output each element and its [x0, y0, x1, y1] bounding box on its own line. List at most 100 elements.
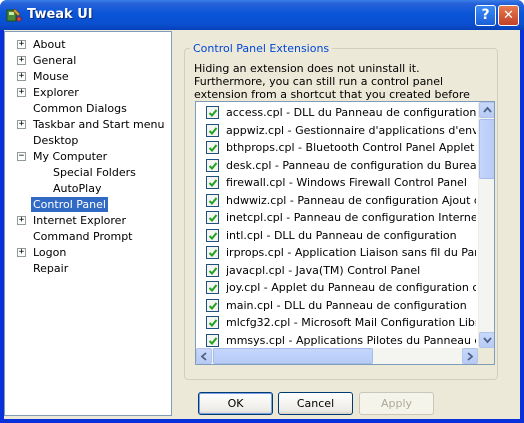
help-button[interactable]: ? — [475, 5, 496, 26]
expand-icon[interactable]: + — [17, 88, 26, 97]
extension-checkbox[interactable] — [206, 246, 219, 259]
tree-item[interactable]: Control Panel — [5, 197, 171, 213]
title-bar[interactable]: Tweak UI ? ✕ — [0, 0, 524, 30]
tree-item-label: Special Folders — [53, 166, 136, 179]
close-button[interactable]: ✕ — [498, 5, 519, 26]
checkmark-icon — [208, 336, 218, 345]
extension-list-item[interactable]: javacpl.cpl - Java(TM) Control Panel — [196, 262, 476, 279]
checkmark-icon — [208, 109, 218, 117]
extension-checkbox[interactable] — [206, 106, 219, 119]
extension-checkbox[interactable] — [206, 228, 219, 242]
tree-item[interactable]: Repair — [5, 261, 171, 277]
extension-label: appwiz.cpl - Gestionnaire d'applications… — [226, 123, 476, 137]
extension-label: javacpl.cpl - Java(TM) Control Panel — [226, 263, 421, 277]
collapse-icon[interactable]: − — [17, 152, 26, 161]
checkmark-icon — [208, 231, 218, 240]
tree-item-label: Repair — [33, 262, 69, 275]
extension-list-item[interactable]: appwiz.cpl - Gestionnaire d'applications… — [196, 122, 476, 139]
tree-item[interactable]: Common Dialogs — [5, 101, 171, 117]
scroll-down-button[interactable] — [479, 332, 494, 348]
extension-checkbox[interactable] — [206, 281, 219, 294]
extension-checkbox[interactable] — [206, 298, 219, 312]
checkmark-icon — [208, 266, 218, 275]
expand-icon[interactable]: + — [17, 216, 26, 225]
extension-checkbox[interactable] — [206, 158, 219, 172]
vertical-scrollbar[interactable] — [478, 102, 494, 348]
settings-tree[interactable]: + About + General + Mouse + Explorer Common Dial… — [4, 31, 172, 416]
expand-icon[interactable]: + — [17, 120, 26, 129]
extension-list-item[interactable]: hdwwiz.cpl - Panneau de configuration Aj… — [196, 192, 476, 209]
dialog-client-area: + About + General + Mouse + Explorer Common Dial… — [4, 30, 520, 419]
extension-checkbox[interactable] — [206, 123, 219, 137]
extension-list-item[interactable]: firewall.cpl - Windows Firewall Control … — [196, 174, 476, 191]
cancel-button[interactable]: Cancel — [278, 392, 353, 415]
tree-item-label: Command Prompt — [33, 230, 133, 243]
extension-list-item[interactable]: desk.cpl - Panneau de configuration du B… — [196, 157, 476, 174]
tree-item[interactable]: + About — [5, 37, 171, 53]
checkmark-icon — [208, 284, 218, 292]
checkmark-icon — [208, 214, 218, 222]
extension-label: intl.cpl - DLL du Panneau de configurati… — [226, 228, 457, 242]
extension-label: main.cpl - DLL du Panneau de configurati… — [226, 298, 467, 312]
extension-checkbox[interactable] — [206, 176, 219, 189]
extension-list-item[interactable]: mmsys.cpl - Applications Pilotes du Pann… — [196, 332, 476, 349]
tree-item-label: Taskbar and Start menu — [33, 118, 165, 131]
extension-label: desk.cpl - Panneau de configuration du B… — [226, 158, 476, 172]
tree-item[interactable]: + General — [5, 53, 171, 69]
extension-checkbox[interactable] — [206, 211, 219, 224]
extension-list-item[interactable]: mlcfg32.cpl - Microsoft Mail Configurati… — [196, 314, 476, 331]
checkmark-icon — [208, 179, 218, 187]
expand-icon[interactable]: + — [17, 40, 26, 49]
chevron-left-icon — [200, 352, 207, 361]
extensions-list[interactable]: access.cpl - DLL du Panneau de configura… — [195, 101, 495, 365]
tweakui-window: Tweak UI ? ✕ + About + General + Mouse + Explor… — [0, 0, 524, 423]
checkmark-icon — [208, 144, 218, 152]
extension-list-item[interactable]: bthprops.cpl - Bluetooth Control Panel A… — [196, 139, 476, 156]
extension-label: bthprops.cpl - Bluetooth Control Panel A… — [226, 141, 475, 154]
extension-list-item[interactable]: access.cpl - DLL du Panneau de configura… — [196, 104, 476, 121]
tree-item[interactable]: Command Prompt — [5, 229, 171, 245]
expand-icon[interactable]: + — [17, 56, 26, 65]
extension-label: access.cpl - DLL du Panneau de configura… — [226, 106, 476, 119]
tree-item[interactable]: + Internet Explorer — [5, 213, 171, 229]
apply-button[interactable]: Apply — [359, 392, 434, 415]
scroll-up-button[interactable] — [479, 102, 494, 118]
extension-checkbox[interactable] — [206, 263, 219, 277]
tree-item[interactable]: + Logon — [5, 245, 171, 261]
tree-item-label: General — [33, 54, 77, 67]
tree-item[interactable]: − My Computer — [5, 149, 171, 165]
extension-list-item[interactable]: intl.cpl - DLL du Panneau de configurati… — [196, 227, 476, 244]
checkmark-icon — [208, 249, 218, 257]
tree-item-label: My Computer — [33, 150, 108, 163]
tree-item[interactable]: + Mouse — [5, 69, 171, 85]
extension-checkbox[interactable] — [206, 193, 219, 207]
checkmark-icon — [208, 196, 218, 205]
expand-icon[interactable]: + — [17, 72, 26, 81]
chevron-right-icon — [467, 352, 474, 361]
extension-list-item[interactable]: inetcpl.cpl - Panneau de configuration I… — [196, 209, 476, 226]
tree-item-label: Logon — [33, 246, 67, 259]
extension-checkbox[interactable] — [206, 141, 219, 154]
scroll-right-button[interactable] — [462, 348, 478, 364]
tree-item-label: Desktop — [33, 134, 79, 147]
extension-checkbox[interactable] — [206, 333, 219, 347]
tree-item-label: Common Dialogs — [33, 102, 127, 115]
tree-item[interactable]: + Taskbar and Start menu — [5, 117, 171, 133]
tree-item[interactable]: AutoPlay — [5, 181, 171, 197]
extension-list-item[interactable]: joy.cpl - Applet du Panneau de configura… — [196, 279, 476, 296]
window-title: Tweak UI — [27, 7, 93, 22]
tree-item[interactable]: Special Folders — [5, 165, 171, 181]
chevron-down-icon — [483, 337, 492, 344]
tree-item[interactable]: + Explorer — [5, 85, 171, 101]
scroll-left-button[interactable] — [196, 348, 212, 364]
expand-icon[interactable]: + — [17, 248, 26, 257]
horizontal-scroll-thumb[interactable] — [213, 348, 373, 364]
horizontal-scrollbar[interactable] — [196, 348, 478, 364]
extension-list-item[interactable]: main.cpl - DLL du Panneau de configurati… — [196, 297, 476, 314]
tree-item[interactable]: Desktop — [5, 133, 171, 149]
ok-button[interactable]: OK — [198, 392, 273, 415]
extension-checkbox[interactable] — [206, 316, 219, 329]
vertical-scroll-thumb[interactable] — [479, 119, 494, 179]
extension-list-item[interactable]: irprops.cpl - Application Liaison sans f… — [196, 244, 476, 261]
tree-item-label: Control Panel — [31, 197, 108, 212]
